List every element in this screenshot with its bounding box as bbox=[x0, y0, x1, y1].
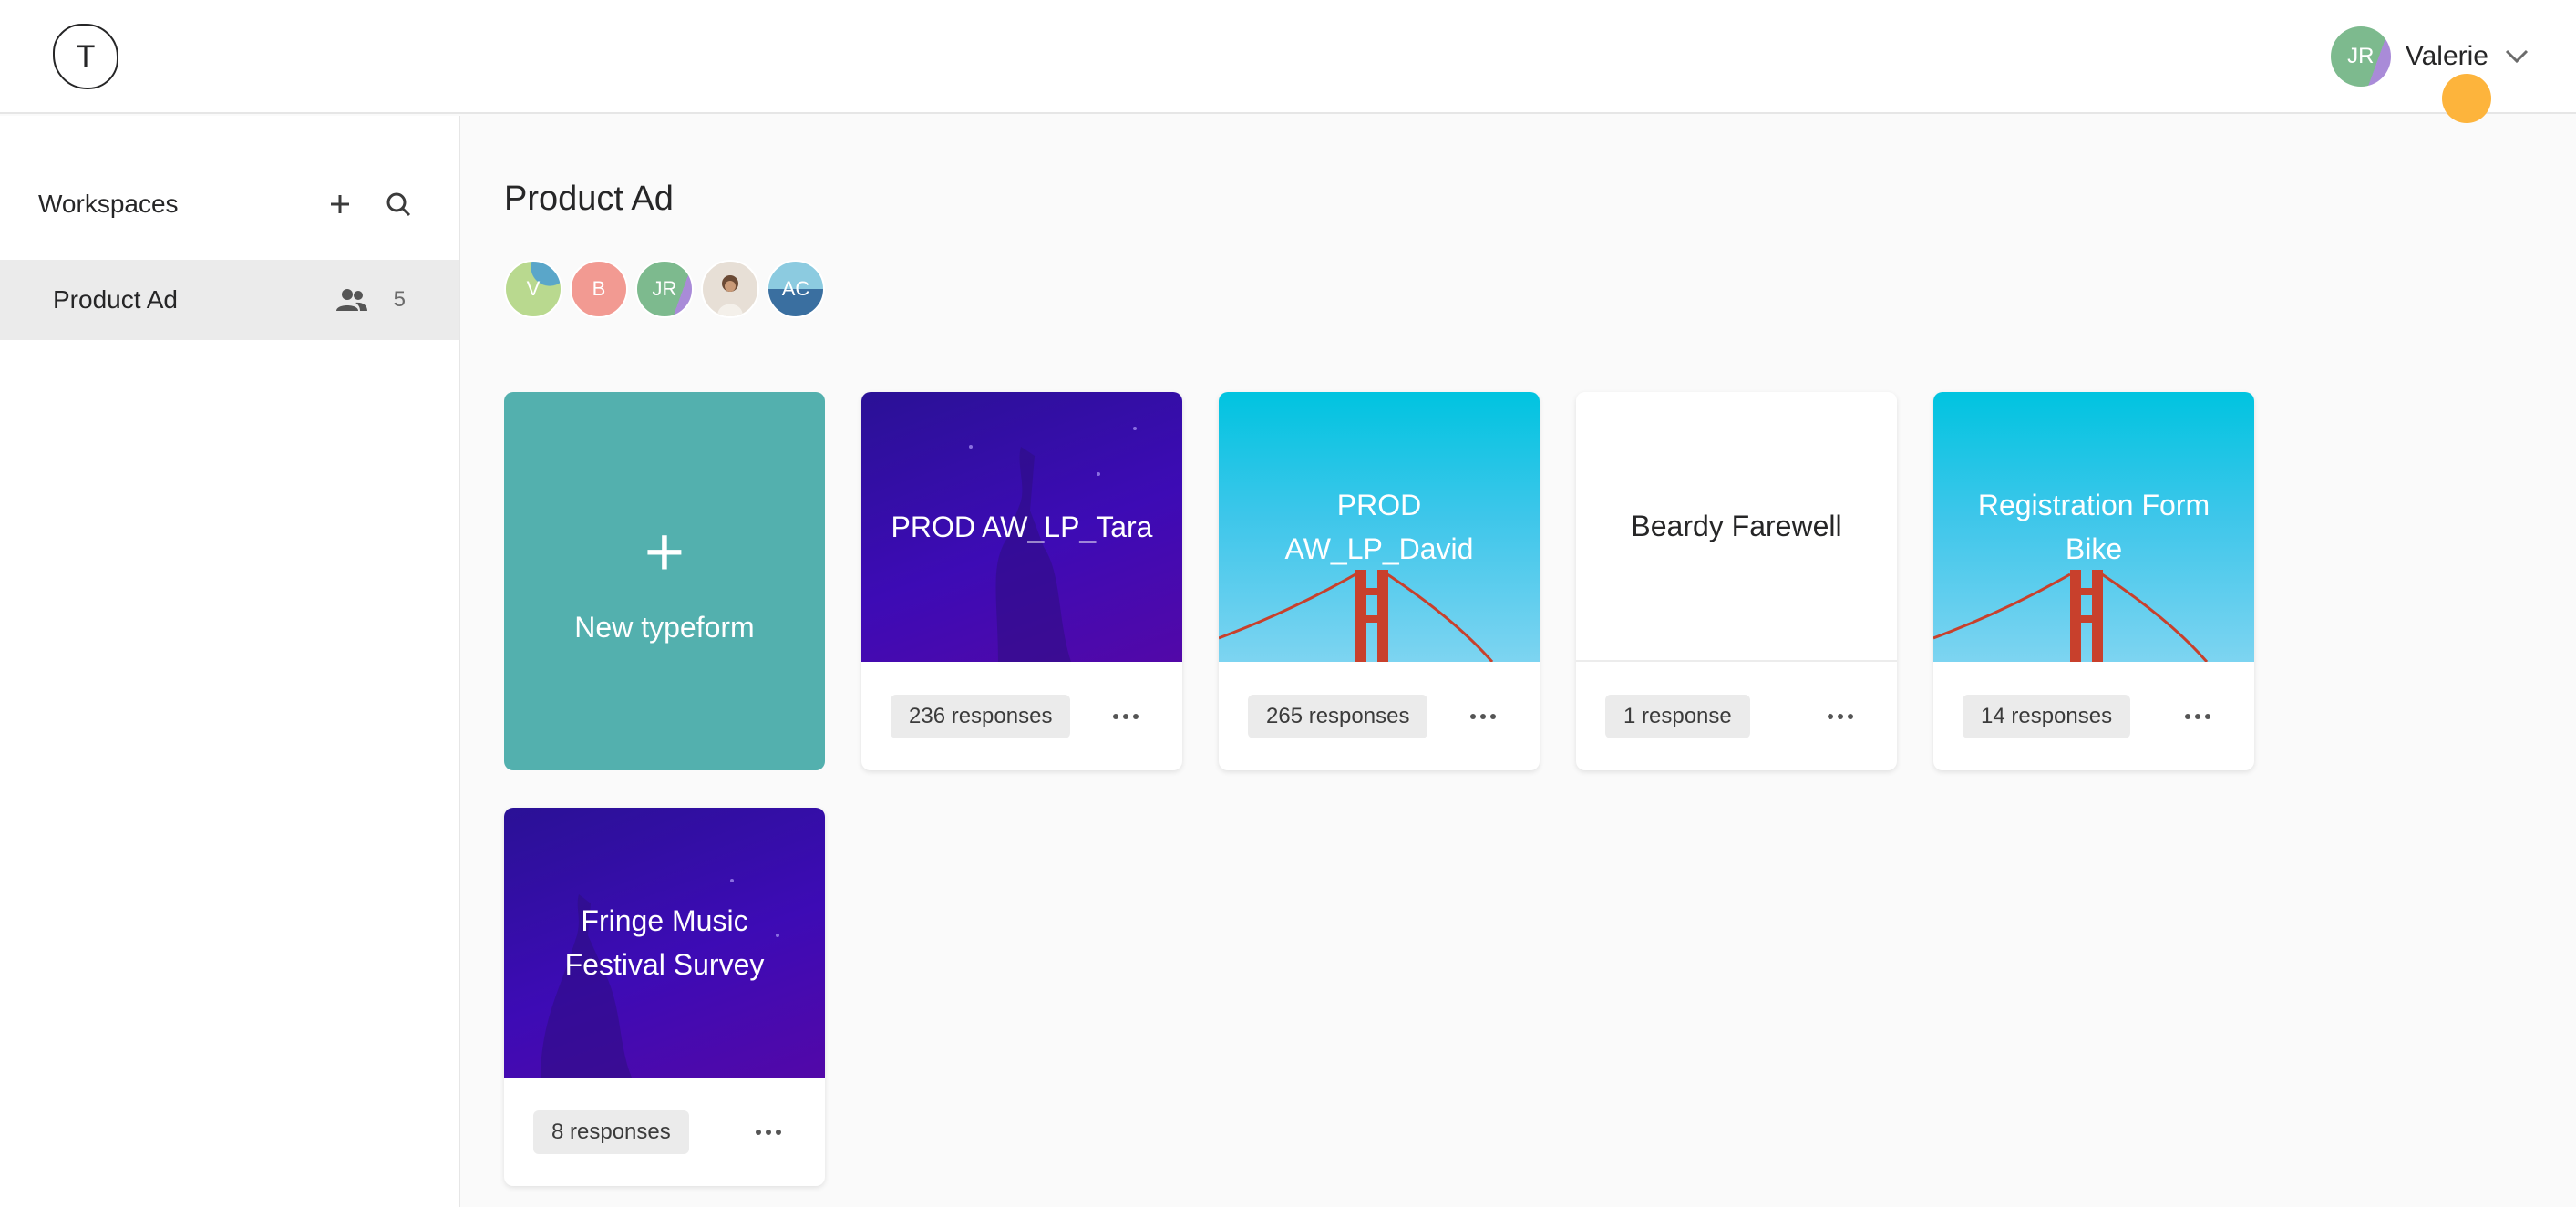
account-menu[interactable]: JR Valerie bbox=[2330, 24, 2530, 89]
form-card[interactable]: PROD AW_LP_Tara 236 responses bbox=[861, 392, 1182, 770]
form-title: PROD AW_LP_Tara bbox=[891, 511, 1153, 543]
form-footer: 1 response bbox=[1576, 662, 1897, 770]
responses-badge[interactable]: 14 responses bbox=[1963, 694, 2131, 738]
form-footer: 236 responses bbox=[861, 662, 1182, 770]
form-title: PROD AW_LP_David bbox=[1284, 489, 1474, 565]
avatar[interactable]: JR bbox=[635, 260, 694, 318]
top-bar: T JR Valerie bbox=[0, 0, 2576, 123]
responses-badge[interactable]: 1 response bbox=[1605, 694, 1750, 738]
form-card[interactable]: Registration Form Bike 14 responses bbox=[1933, 392, 2254, 770]
plus-icon bbox=[331, 195, 349, 213]
workspaces-title: Workspaces bbox=[38, 190, 179, 218]
form-cover: Fringe Music Festival Survey bbox=[504, 808, 825, 1078]
more-options-icon[interactable] bbox=[2170, 695, 2225, 738]
new-typeform-label: New typeform bbox=[574, 611, 755, 644]
person-photo-icon bbox=[717, 275, 743, 316]
people-icon bbox=[334, 282, 370, 318]
form-title: Fringe Music Festival Survey bbox=[564, 904, 765, 981]
avatar[interactable]: V bbox=[504, 260, 562, 318]
form-cover: Registration Form Bike bbox=[1933, 392, 2254, 662]
form-card[interactable]: Beardy Farewell 1 response bbox=[1576, 392, 1897, 770]
more-options-icon[interactable] bbox=[1098, 695, 1153, 738]
user-initials: JR bbox=[2347, 44, 2375, 68]
form-title: Beardy Farewell bbox=[1631, 510, 1842, 542]
new-typeform-button[interactable]: + New typeform bbox=[504, 392, 825, 770]
more-options-icon[interactable] bbox=[1456, 695, 1510, 738]
user-avatar: JR bbox=[2330, 26, 2391, 87]
responses-badge[interactable]: 236 responses bbox=[891, 694, 1071, 738]
sidebar-item-label: Product Ad bbox=[53, 285, 178, 314]
form-cover: Beardy Farewell bbox=[1576, 392, 1897, 662]
more-options-icon[interactable] bbox=[741, 1110, 796, 1154]
logo-letter: T bbox=[76, 38, 96, 74]
page-title: Product Ad bbox=[504, 180, 674, 218]
member-count: 5 bbox=[393, 287, 406, 312]
avatar[interactable]: AC bbox=[767, 260, 825, 318]
plus-icon: + bbox=[644, 513, 685, 591]
sidebar-item-product-ad[interactable]: Product Ad 5 bbox=[0, 260, 459, 340]
add-workspace-button[interactable] bbox=[317, 181, 363, 227]
sidebar: Workspaces Product Ad 5 bbox=[0, 116, 460, 1207]
form-footer: 265 responses bbox=[1219, 662, 1540, 770]
form-cover: PROD AW_LP_Tara bbox=[861, 392, 1182, 662]
search-workspace-button[interactable] bbox=[376, 181, 421, 227]
form-cover: PROD AW_LP_David bbox=[1219, 392, 1540, 662]
avatar[interactable]: B bbox=[570, 260, 628, 318]
typeform-logo[interactable]: T bbox=[53, 24, 118, 89]
app: T JR Valerie Workspaces Product Ad 5 Pro… bbox=[0, 0, 2576, 1207]
workspaces-header: Workspaces bbox=[38, 181, 421, 227]
form-footer: 8 responses bbox=[504, 1078, 825, 1186]
form-footer: 14 responses bbox=[1933, 662, 2254, 770]
more-options-icon[interactable] bbox=[1813, 695, 1868, 738]
avatar-photo[interactable] bbox=[701, 260, 759, 318]
form-card[interactable]: PROD AW_LP_David 265 responses bbox=[1219, 392, 1540, 770]
search-icon bbox=[386, 192, 411, 217]
workspace-members: V B JR AC bbox=[504, 260, 825, 318]
main-content: Product Ad V B JR AC + New typeform PROD… bbox=[462, 116, 2576, 1207]
chevron-down-icon[interactable] bbox=[2503, 43, 2530, 70]
form-card[interactable]: Fringe Music Festival Survey 8 responses bbox=[504, 808, 825, 1186]
form-title: Registration Form Bike bbox=[1977, 489, 2210, 565]
user-name: Valerie bbox=[2405, 41, 2488, 71]
responses-badge[interactable]: 8 responses bbox=[533, 1109, 689, 1154]
responses-badge[interactable]: 265 responses bbox=[1248, 694, 1428, 738]
